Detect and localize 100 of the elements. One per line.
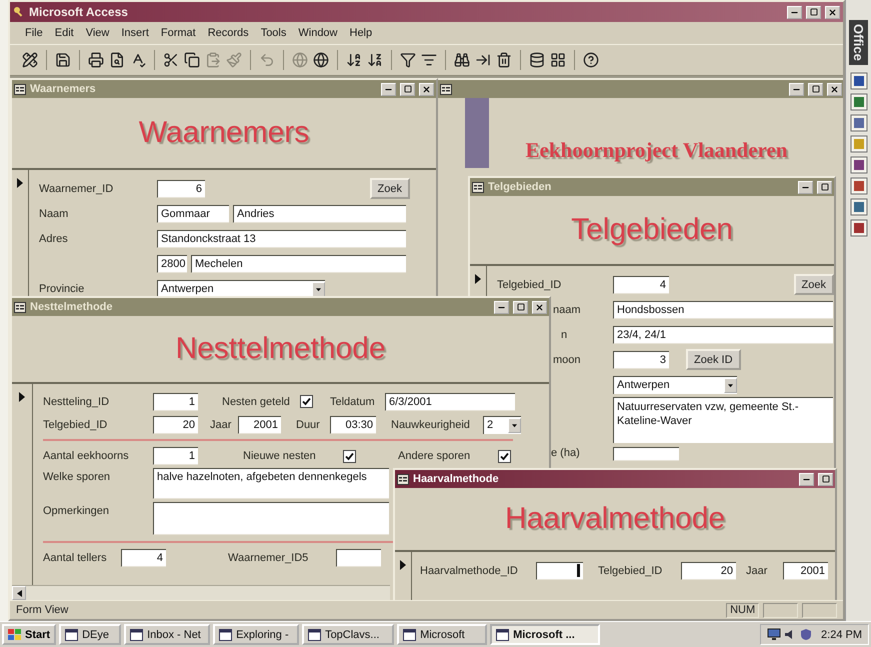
- menu-item[interactable]: Tools: [256, 25, 292, 41]
- new-object-icon[interactable]: [550, 52, 566, 68]
- contact-id-field[interactable]: 3: [613, 350, 669, 368]
- save-icon[interactable]: [55, 52, 71, 68]
- name-field[interactable]: Hondsbossen: [613, 300, 833, 318]
- remarks-field[interactable]: [153, 502, 389, 535]
- date-field[interactable]: 6/3/2001: [385, 392, 515, 410]
- dropdown-field[interactable]: Antwerpen: [613, 376, 737, 394]
- maximize-button[interactable]: [818, 472, 833, 486]
- sort-ascending-icon[interactable]: [346, 52, 362, 68]
- checkbox[interactable]: [498, 450, 511, 462]
- window-icon: [130, 628, 144, 640]
- menu-item[interactable]: Records: [202, 25, 254, 41]
- menu-item[interactable]: File: [20, 25, 48, 41]
- delete-record-icon[interactable]: [496, 52, 512, 68]
- close-button[interactable]: [532, 300, 547, 314]
- maximize-button[interactable]: [806, 6, 822, 18]
- year-field[interactable]: 2001: [783, 562, 828, 580]
- id-field[interactable]: 6: [157, 180, 205, 198]
- minimize-button[interactable]: [381, 82, 396, 96]
- help-icon[interactable]: [583, 52, 599, 68]
- menu-item[interactable]: Help: [344, 25, 378, 41]
- dropdown-field[interactable]: 2: [483, 416, 521, 434]
- taskbar-button[interactable]: Microsoft ...: [490, 624, 600, 645]
- first-name-field[interactable]: Gommaar: [157, 204, 229, 222]
- close-button[interactable]: [419, 82, 434, 96]
- taskbar-button[interactable]: Exploring -: [213, 624, 300, 645]
- shortcut-icon[interactable]: [850, 218, 868, 237]
- taskbar-button[interactable]: Microsoft: [397, 624, 488, 645]
- database-icon[interactable]: [529, 52, 545, 68]
- minimize-button[interactable]: [799, 472, 814, 486]
- close-button[interactable]: [825, 6, 840, 18]
- shortcut-icon[interactable]: [850, 134, 868, 153]
- checkbox[interactable]: [343, 450, 356, 462]
- minimize-button[interactable]: [787, 6, 802, 18]
- year-field[interactable]: 2001: [238, 416, 281, 434]
- dates-field[interactable]: 23/4, 24/1: [613, 326, 833, 344]
- record-pointer-icon: [400, 560, 406, 570]
- window-title: Waarnemers: [30, 83, 96, 95]
- tracks-field[interactable]: halve hazelnoten, afgebeten dennenkegels: [153, 468, 389, 499]
- zoek-button[interactable]: Zoek: [794, 274, 834, 295]
- horizontal-scrollbar[interactable]: [12, 585, 390, 600]
- minimize-button[interactable]: [789, 82, 804, 96]
- maximize-button[interactable]: [400, 82, 415, 96]
- taskbar-button[interactable]: Inbox - Net: [124, 624, 210, 645]
- new-record-icon[interactable]: [475, 52, 491, 68]
- menu-item[interactable]: View: [80, 25, 114, 41]
- counters-field[interactable]: 4: [121, 549, 166, 567]
- shortcut-icon[interactable]: [850, 198, 868, 216]
- city-field[interactable]: Mechelen: [191, 254, 406, 272]
- field-label: n: [561, 328, 568, 340]
- zoek-id-button[interactable]: Zoek ID: [686, 349, 741, 370]
- id-field[interactable]: [536, 562, 583, 580]
- maximize-button[interactable]: [808, 82, 823, 96]
- area-id-field[interactable]: 20: [153, 416, 198, 434]
- menu-item[interactable]: Edit: [50, 25, 79, 41]
- scroll-left-button[interactable]: [12, 586, 26, 600]
- dropdown-field[interactable]: Antwerpen: [157, 280, 325, 298]
- shortcut-icon[interactable]: [850, 114, 868, 132]
- menu-item[interactable]: Window: [293, 25, 342, 41]
- maximize-button[interactable]: [513, 300, 528, 314]
- print-preview-icon[interactable]: [109, 52, 125, 68]
- menu-item[interactable]: Format: [156, 25, 201, 41]
- office-label: Office: [849, 20, 868, 65]
- print-icon[interactable]: [88, 52, 104, 68]
- postcode-field[interactable]: 2800: [157, 254, 187, 272]
- last-name-field[interactable]: Andries: [233, 204, 406, 222]
- id-field[interactable]: 1: [153, 392, 198, 410]
- start-button[interactable]: Start: [2, 624, 56, 645]
- design-view-icon[interactable]: [22, 52, 38, 68]
- zoek-button[interactable]: Zoek: [370, 178, 410, 199]
- menu-item[interactable]: Insert: [116, 25, 154, 41]
- filter-by-form-icon[interactable]: [421, 52, 437, 68]
- copy-icon[interactable]: [184, 52, 200, 68]
- street-field[interactable]: Standonckstraat 13: [157, 230, 406, 248]
- taskbar-button[interactable]: TopClavs...: [302, 624, 394, 645]
- filter-icon[interactable]: [400, 52, 416, 68]
- area-field[interactable]: [613, 447, 679, 461]
- web-icon[interactable]: [313, 52, 329, 68]
- id-field[interactable]: 4: [613, 276, 669, 294]
- shortcut-icon[interactable]: [850, 176, 868, 195]
- minimize-button[interactable]: [494, 300, 509, 314]
- minimize-button[interactable]: [798, 180, 813, 194]
- observer-field[interactable]: [336, 549, 381, 567]
- close-button[interactable]: [827, 82, 842, 96]
- shortcut-icon[interactable]: [850, 72, 868, 90]
- shortcut-icon[interactable]: [850, 156, 868, 174]
- duration-field[interactable]: 03:30: [330, 416, 376, 434]
- left-arrow-icon: [16, 590, 22, 596]
- find-icon[interactable]: [454, 52, 470, 68]
- checkbox[interactable]: [300, 395, 313, 408]
- count-field[interactable]: 1: [153, 447, 198, 465]
- sort-descending-icon[interactable]: [367, 52, 383, 68]
- cut-icon[interactable]: [163, 52, 179, 68]
- maximize-button[interactable]: [817, 180, 832, 194]
- maximize-icon: [810, 8, 818, 16]
- shortcut-icon[interactable]: [850, 92, 868, 111]
- management-field[interactable]: Natuurreservaten vzw, gemeente St.-Kateline-Waver: [613, 397, 833, 443]
- taskbar-button[interactable]: DEye: [59, 624, 122, 645]
- area-id-field[interactable]: 20: [681, 562, 736, 580]
